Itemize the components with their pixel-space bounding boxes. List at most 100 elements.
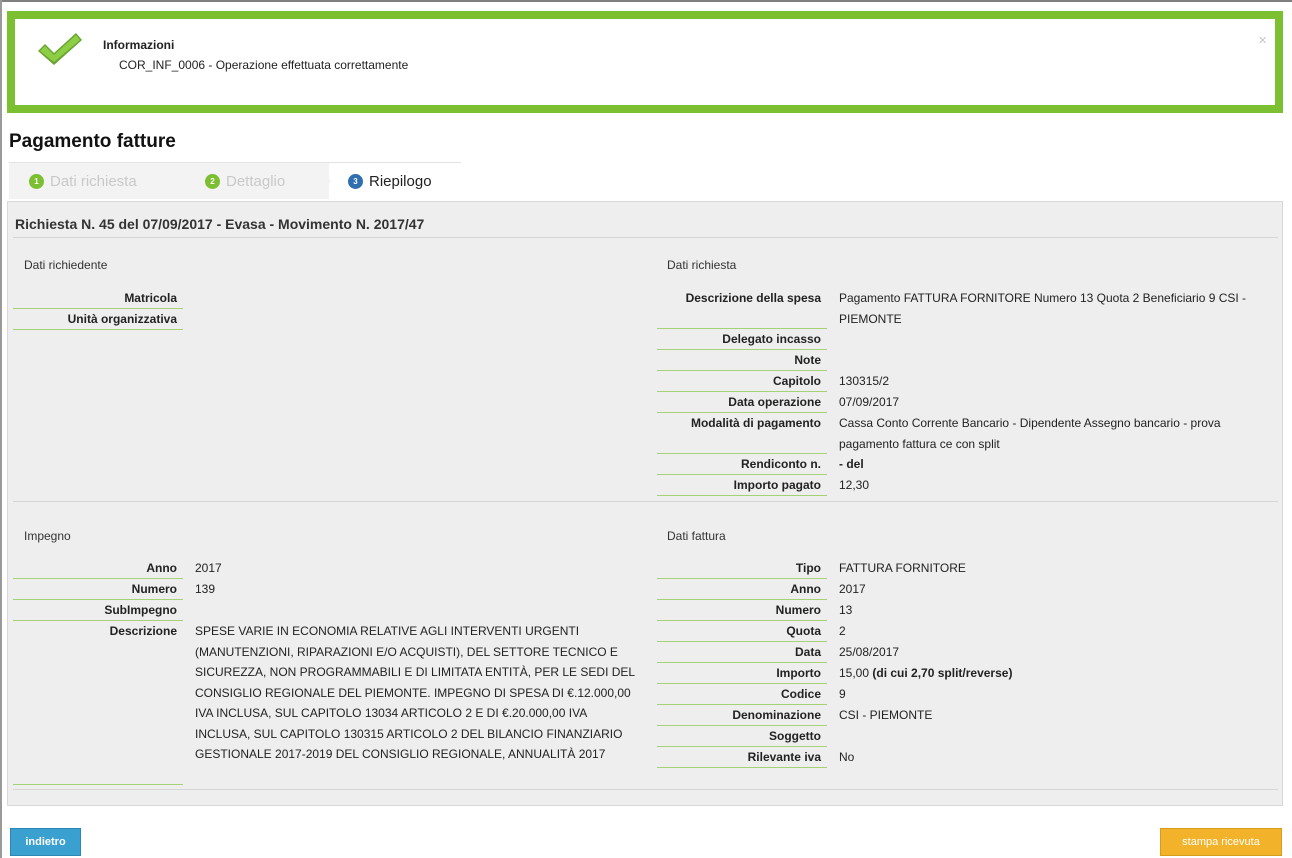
field-value: 12,30 [839, 478, 870, 492]
field-importo: Importo 15,00 (di cui 2,70 split/reverse… [657, 663, 1012, 684]
field-value: 2 [839, 624, 846, 638]
field-note: Note [657, 350, 1275, 371]
field-numero: Numero 139 [13, 579, 637, 600]
field-value: FATTURA FORNITORE [839, 561, 966, 575]
field-value: Pagamento FATTURA FORNITORE Numero 13 Qu… [839, 291, 1247, 326]
field-matricola: Matricola [13, 288, 195, 309]
field-modalita-pagamento: Modalità di pagamento Cassa Conto Corren… [657, 413, 1275, 454]
step-label: Dati richiesta [50, 172, 137, 190]
fields-dati-fattura: Tipo FATTURA FORNITORE Anno 2017 Numero … [657, 558, 1012, 768]
step-dati-richiesta[interactable]: 1 Dati richiesta [29, 163, 137, 199]
importo-value: 15,00 [839, 666, 870, 680]
section-title-dati-richiesta: Dati richiesta [667, 258, 737, 272]
field-value: 2017 [195, 561, 222, 575]
field-quota: Quota 2 [657, 621, 1012, 642]
check-icon [38, 33, 82, 65]
field-anno: Anno 2017 [657, 579, 1012, 600]
field-value: 15,00 (di cui 2,70 split/reverse) [839, 663, 1012, 684]
field-rendiconto: Rendiconto n. - del [657, 454, 1275, 475]
field-label: Importo pagato [657, 475, 827, 496]
step-label: Dettaglio [226, 172, 286, 190]
field-soggetto: Soggetto [657, 726, 1012, 747]
summary-title: Richiesta N. 45 del 07/09/2017 - Evasa -… [15, 216, 425, 232]
field-label: SubImpegno [13, 600, 183, 621]
back-button[interactable]: indietro [10, 828, 81, 856]
field-label: Descrizione della spesa [657, 288, 827, 329]
field-delegato-incasso: Delegato incasso [657, 329, 1275, 350]
field-tipo: Tipo FATTURA FORNITORE [657, 558, 1012, 579]
summary-panel: Richiesta N. 45 del 07/09/2017 - Evasa -… [7, 201, 1283, 806]
field-value: SPESE VARIE IN ECONOMIA RELATIVE AGLI IN… [195, 624, 635, 761]
info-alert: Informazioni COR_INF_0006 - Operazione e… [7, 11, 1283, 113]
field-value: 13 [839, 603, 853, 617]
field-label: Codice [657, 684, 827, 705]
section-title-impegno: Impegno [24, 529, 71, 543]
field-data: Data 25/08/2017 [657, 642, 1012, 663]
step-arrow [313, 163, 331, 199]
field-numero: Numero 13 [657, 600, 1012, 621]
field-label: Quota [657, 621, 827, 642]
divider [13, 789, 1278, 790]
step-number: 2 [205, 173, 220, 189]
field-rilevante-iva: Rilevante iva No [657, 747, 1012, 768]
field-subimpegno: SubImpegno [13, 600, 637, 621]
field-label: Delegato incasso [657, 329, 827, 350]
field-label: Capitolo [657, 371, 827, 392]
field-value: Cassa Conto Corrente Bancario - Dipenden… [839, 416, 1221, 451]
fields-dati-richiesta: Descrizione della spesa Pagamento FATTUR… [657, 288, 1275, 496]
step-label: Riepilogo [369, 172, 432, 190]
field-unita-organizzativa: Unità organizzativa [13, 309, 195, 330]
field-label: Data operazione [657, 392, 827, 413]
field-value: CSI - PIEMONTE [839, 708, 933, 722]
step-riepilogo[interactable]: 3 Riepilogo [348, 163, 432, 199]
field-capitolo: Capitolo 130315/2 [657, 371, 1275, 392]
field-value: 139 [195, 582, 216, 596]
field-value: - del [839, 457, 864, 471]
field-label: Anno [657, 579, 827, 600]
print-receipt-button[interactable]: stampa ricevuta [1160, 828, 1282, 856]
field-importo-pagato: Importo pagato 12,30 [657, 475, 1275, 496]
divider [13, 501, 1278, 502]
field-label: Note [657, 350, 827, 371]
field-value: 9 [839, 687, 846, 701]
field-value: No [839, 750, 855, 764]
importo-split-note: (di cui 2,70 split/reverse) [872, 666, 1013, 680]
step-number: 3 [348, 173, 363, 189]
field-descrizione: Descrizione SPESE VARIE IN ECONOMIA RELA… [13, 621, 637, 785]
section-title-dati-fattura: Dati fattura [667, 529, 726, 543]
alert-message: COR_INF_0006 - Operazione effettuata cor… [119, 58, 409, 72]
field-codice: Codice 9 [657, 684, 1012, 705]
field-label: Data [657, 642, 827, 663]
divider [13, 237, 1278, 238]
field-label: Descrizione [13, 621, 183, 785]
step-dettaglio[interactable]: 2 Dettaglio [205, 163, 285, 199]
field-denominazione: Denominazione CSI - PIEMONTE [657, 705, 1012, 726]
field-anno: Anno 2017 [13, 558, 637, 579]
page-title: Pagamento fatture [9, 131, 176, 152]
field-label: Rilevante iva [657, 747, 827, 768]
field-value: 07/09/2017 [839, 395, 900, 409]
window-top-border [0, 0, 1292, 2]
field-label: Numero [657, 600, 827, 621]
field-label: Soggetto [657, 726, 827, 747]
field-value: 130315/2 [839, 374, 890, 388]
field-data-operazione: Data operazione 07/09/2017 [657, 392, 1275, 413]
fields-impegno: Anno 2017 Numero 139 SubImpegno Descrizi… [13, 558, 637, 785]
section-title-dati-richiedente: Dati richiedente [24, 258, 108, 272]
field-label: Numero [13, 579, 183, 600]
field-label: Anno [13, 558, 183, 579]
wizard-steps: 1 Dati richiesta 2 Dettaglio 3 Riepilogo [9, 162, 461, 199]
field-label: Unità organizzativa [13, 309, 183, 330]
step-number: 1 [29, 173, 44, 189]
field-label: Matricola [13, 288, 183, 309]
close-icon[interactable]: × [1258, 33, 1267, 48]
fields-dati-richiedente: Matricola Unità organizzativa [13, 288, 195, 330]
field-value: 25/08/2017 [839, 645, 900, 659]
field-value: 2017 [839, 582, 866, 596]
field-descrizione-spesa: Descrizione della spesa Pagamento FATTUR… [657, 288, 1275, 329]
field-label: Rendiconto n. [657, 454, 827, 475]
field-label: Denominazione [657, 705, 827, 726]
field-label: Modalità di pagamento [657, 413, 827, 454]
alert-title: Informazioni [103, 38, 175, 52]
window-left-border [0, 0, 2, 858]
